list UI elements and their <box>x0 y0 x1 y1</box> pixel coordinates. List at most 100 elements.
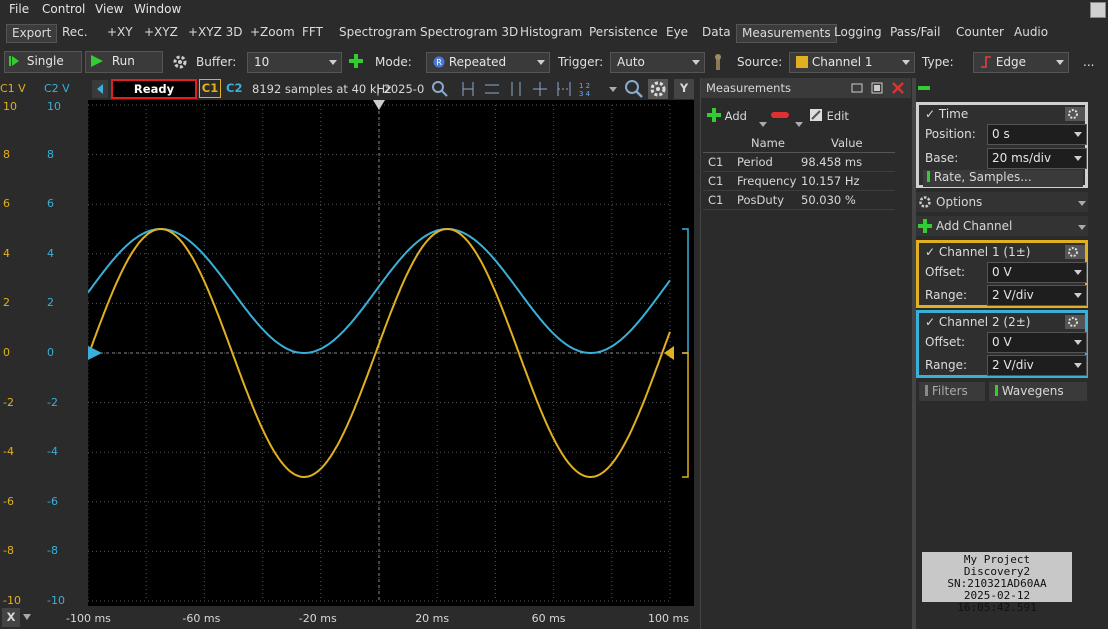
remove-chevron-down-icon[interactable] <box>795 122 803 128</box>
vertical-cursor-icon[interactable] <box>508 81 524 97</box>
scope-header-bar: C1 V C2 V Ready C1 C2 8192 samples at 40… <box>0 78 698 100</box>
toolbar-more[interactable]: ... <box>1083 55 1094 69</box>
table-row[interactable]: C1 Period 98.458 ms <box>703 153 895 172</box>
x-axis-button[interactable]: X <box>2 608 20 627</box>
menu-view[interactable]: View <box>95 2 123 16</box>
ch1-range-select[interactable]: 2 V/div <box>987 285 1087 306</box>
tab-pass-fail[interactable]: Pass/Fail <box>890 24 940 43</box>
x-axis-chevron-down-icon[interactable] <box>22 612 32 622</box>
options-gear-icon <box>919 196 931 208</box>
ch2-offset-input[interactable]: 0 V <box>987 332 1087 353</box>
run-button[interactable]: Run <box>85 51 163 73</box>
edit-measurement-button[interactable]: Edit <box>809 108 849 123</box>
tab-xy[interactable]: +XY <box>107 24 133 43</box>
float-window-icon[interactable] <box>851 82 863 94</box>
table-row[interactable]: C1 PosDuty 50.030 % <box>703 191 895 210</box>
waveform-svg <box>87 100 689 602</box>
scope-zoom-icon[interactable] <box>624 79 644 99</box>
add-chevron-down-icon[interactable] <box>759 122 767 128</box>
menu-file[interactable]: File <box>9 2 29 16</box>
tab-xyz-3d[interactable]: +XYZ 3D <box>188 24 243 43</box>
c2-y-tick-label: 10 <box>47 100 61 113</box>
svg-text:R: R <box>436 58 442 67</box>
rate-samples-button[interactable]: Rate, Samples... <box>923 170 1083 187</box>
wavegens-button[interactable]: Wavegens <box>989 382 1087 401</box>
measurements-header: Measurements <box>701 78 911 98</box>
tab-rec[interactable]: Rec. <box>62 24 88 43</box>
window-restore-icon[interactable] <box>1090 2 1106 18</box>
tab-spectrogram-3d[interactable]: Spectrogram 3D <box>420 24 518 43</box>
remove-measurement-icon[interactable] <box>771 112 789 120</box>
type-select[interactable]: Edge <box>973 52 1069 73</box>
run-play-icon <box>91 55 103 67</box>
horizontal-cursor-icon[interactable] <box>484 81 500 97</box>
channel1-title[interactable]: ✓ Channel 1 (1±) <box>925 245 1030 259</box>
tab-audio[interactable]: Audio <box>1014 24 1048 43</box>
instrument-tab-bar: Export Rec. +XY +XYZ +XYZ 3D +Zoom FFT S… <box>0 22 1108 44</box>
cursor-add-icon[interactable] <box>532 81 548 97</box>
c1-y-tick-label: -10 <box>3 594 21 607</box>
close-icon[interactable] <box>891 81 905 95</box>
wavegens-bar-icon <box>995 385 998 396</box>
trigger-select[interactable]: Auto <box>610 52 705 73</box>
c1-toggle[interactable]: C1 <box>199 79 221 98</box>
cursor-icon[interactable] <box>460 81 476 97</box>
menu-window[interactable]: Window <box>134 2 181 16</box>
c1-y-tick-label: -6 <box>3 494 14 508</box>
ch1-offset-input[interactable]: 0 V <box>987 262 1087 283</box>
filters-button[interactable]: Filters <box>919 382 985 401</box>
x-tick-label: 60 ms <box>531 612 566 625</box>
scope-settings-gear-icon[interactable] <box>648 79 668 99</box>
channel2-gear-icon[interactable] <box>1065 315 1085 329</box>
scroll-left-button[interactable] <box>92 80 108 98</box>
row-value: 98.458 ms <box>801 155 863 169</box>
row-channel: C1 <box>708 174 724 188</box>
ch2-range-select[interactable]: 2 V/div <box>987 355 1087 376</box>
channel2-title[interactable]: ✓ Channel 2 (2±) <box>925 315 1030 329</box>
c2-range-bracket <box>682 228 689 354</box>
tab-measurements[interactable]: Measurements <box>736 24 837 43</box>
c2-toggle[interactable]: C2 <box>226 81 242 95</box>
time-gear-icon[interactable] <box>1065 107 1085 121</box>
buffer-spin-icon[interactable] <box>329 60 337 65</box>
source-select[interactable]: Channel 1 <box>789 52 915 73</box>
time-group: ✓ Time Position: 0 s Base: 20 ms/div Rat… <box>916 102 1088 188</box>
zoom-magnifier-icon[interactable] <box>432 81 448 97</box>
tab-fft[interactable]: FFT <box>302 24 323 43</box>
add-channel-button[interactable]: Add Channel <box>916 216 1088 236</box>
table-row[interactable]: C1 Frequency 10.157 Hz <box>703 172 895 191</box>
position-input[interactable]: 0 s <box>987 124 1087 145</box>
menu-control[interactable]: Control <box>42 2 85 16</box>
tab-xyz[interactable]: +XYZ <box>144 24 178 43</box>
time-title[interactable]: ✓ Time <box>925 107 968 121</box>
settings-gear-icon[interactable] <box>172 54 188 70</box>
base-select[interactable]: 20 ms/div <box>987 148 1087 169</box>
y-axis-button[interactable]: Y <box>674 79 694 99</box>
single-button[interactable]: Single <box>4 51 82 73</box>
tab-spectrogram[interactable]: Spectrogram <box>339 24 417 43</box>
time-title-label: Time <box>938 107 969 121</box>
buffer-spinbox[interactable]: 10 <box>247 52 342 73</box>
cursor-chevron-down-icon[interactable] <box>608 86 618 94</box>
add-measurement-button[interactable]: Add <box>707 108 747 123</box>
cursor-numbers-icon[interactable]: 1 23 4 <box>578 80 596 98</box>
add-plus-icon[interactable] <box>348 53 364 69</box>
tab-export[interactable]: Export <box>6 24 58 43</box>
delta-cursor-icon[interactable] <box>556 81 572 97</box>
mode-select[interactable]: R Repeated <box>426 52 550 73</box>
options-row[interactable]: Options <box>916 192 1088 212</box>
tab-histogram[interactable]: Histogram <box>520 24 582 43</box>
channel1-gear-icon[interactable] <box>1065 245 1085 259</box>
source-chevron-down-icon <box>902 60 910 65</box>
menu-bar: File Control View Window <box>0 0 1108 20</box>
tab-eye[interactable]: Eye <box>666 24 688 43</box>
measurements-table: Name Value C1 Period 98.458 ms C1 Freque… <box>703 134 895 210</box>
tab-zoom[interactable]: +Zoom <box>250 24 295 43</box>
collapse-panel-icon[interactable] <box>918 86 930 90</box>
add-channel-label: Add Channel <box>936 219 1013 233</box>
tab-persistence[interactable]: Persistence <box>589 24 658 43</box>
tab-counter[interactable]: Counter <box>956 24 1004 43</box>
dock-window-icon[interactable] <box>871 82 883 94</box>
tab-logging[interactable]: Logging <box>834 24 882 43</box>
tab-data[interactable]: Data <box>702 24 731 43</box>
